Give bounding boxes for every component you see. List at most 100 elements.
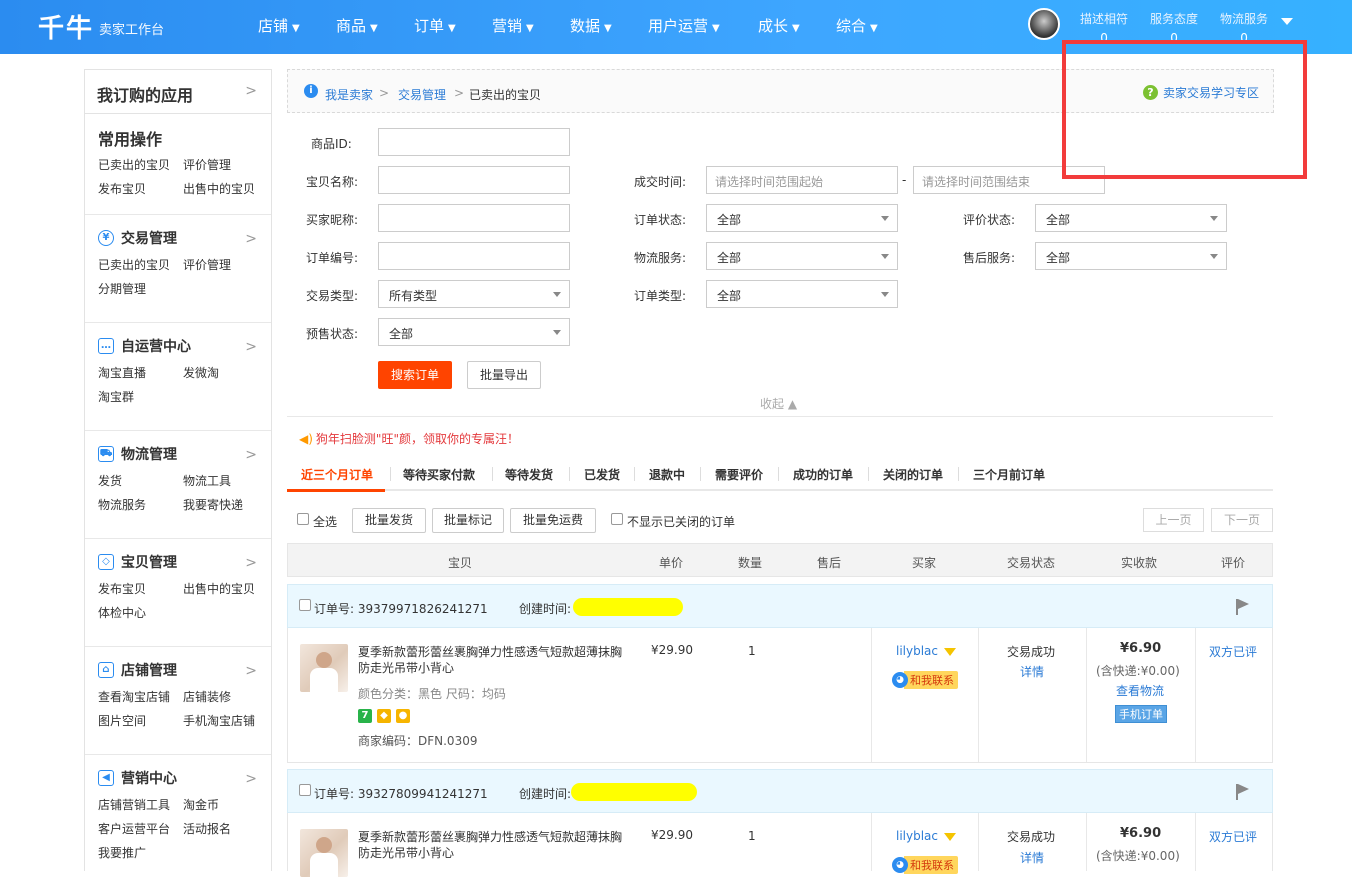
order-no-input[interactable]	[378, 242, 570, 270]
sidebar-link[interactable]: 店铺装修	[183, 688, 268, 705]
sidebar-link[interactable]: 物流服务	[98, 496, 183, 513]
trade-type-select[interactable]: 所有类型	[378, 280, 570, 308]
sidebar-link[interactable]: 淘宝群	[98, 388, 183, 405]
nav-user-ops[interactable]: 用户运营 ▼	[648, 15, 720, 36]
batch-export-button[interactable]: 批量导出	[467, 361, 541, 389]
sidebar-link[interactable]: 分期管理	[98, 280, 183, 297]
review-status-link[interactable]: 双方已评	[1209, 828, 1257, 845]
sidebar-link[interactable]: 评价管理	[183, 156, 268, 173]
batch-ship-button[interactable]: 批量发货	[352, 508, 426, 533]
order-status-select[interactable]: 全部	[706, 204, 898, 232]
nav-growth[interactable]: 成长 ▼	[758, 15, 800, 36]
review-status-select[interactable]: 全部	[1035, 204, 1227, 232]
buyer-name[interactable]: lilyblac	[896, 829, 957, 843]
sidebar-link[interactable]: 查看淘宝店铺	[98, 688, 183, 705]
item-name-input[interactable]	[378, 166, 570, 194]
presale-select[interactable]: 全部	[378, 318, 570, 346]
batch-free-shipping-button[interactable]: 批量免运费	[510, 508, 596, 533]
product-title[interactable]: 夏季新款蕾形蕾丝裹胸弹力性感透气短款超薄抹胸防走光吊带小背心	[358, 644, 628, 676]
hide-closed-checkbox[interactable]	[611, 513, 623, 525]
sidebar-link[interactable]: 发微淘	[183, 364, 268, 381]
sidebar-link[interactable]: 活动报名	[183, 820, 268, 837]
flag-icon[interactable]	[1236, 784, 1249, 800]
tab-awaiting-shipment[interactable]: 等待发货	[505, 466, 553, 483]
tab-older-than-3-months[interactable]: 三个月前订单	[973, 466, 1045, 483]
chevron-right-icon[interactable]: >	[245, 771, 257, 787]
nav-marketing[interactable]: 营销 ▼	[492, 15, 534, 36]
sidebar-link[interactable]: 出售中的宝贝	[183, 180, 268, 197]
sidebar-link[interactable]: 物流工具	[183, 472, 268, 489]
sidebar-link[interactable]: 发布宝贝	[98, 180, 183, 197]
nav-store[interactable]: 店铺 ▼	[258, 15, 300, 36]
order-type-select[interactable]: 全部	[706, 280, 898, 308]
sidebar-link[interactable]: 客户运营平台	[98, 820, 183, 837]
sidebar-link[interactable]: 淘宝直播	[98, 364, 183, 381]
logistics-select[interactable]: 全部	[706, 242, 898, 270]
order-checkbox[interactable]	[299, 784, 311, 796]
sidebar-title[interactable]: 我订购的应用 >	[85, 70, 271, 114]
order-detail-link[interactable]: 详情	[1020, 663, 1044, 680]
promo-banner[interactable]: ◀) 狗年扫脸测"旺"颜，领取你的专属汪！	[299, 430, 519, 447]
product-thumbnail[interactable]	[300, 829, 348, 877]
tab-closed[interactable]: 关闭的订单	[883, 466, 943, 483]
hide-closed-label[interactable]: 不显示已关闭的订单	[627, 513, 735, 530]
user-menu-caret-icon[interactable]	[1281, 18, 1293, 25]
nav-label: 营销	[492, 17, 523, 35]
review-status-link[interactable]: 双方已评	[1209, 643, 1257, 660]
sidebar-link[interactable]: 淘金币	[183, 796, 268, 813]
tab-refunding[interactable]: 退款中	[649, 466, 685, 483]
sidebar-link[interactable]: 已卖出的宝贝	[98, 256, 183, 273]
sidebar-link[interactable]: 评价管理	[183, 256, 268, 273]
sidebar-link[interactable]: 体检中心	[98, 604, 183, 621]
filter-icon[interactable]	[944, 647, 957, 656]
buyer-name[interactable]: lilyblac	[896, 644, 957, 658]
batch-mark-button[interactable]: 批量标记	[432, 508, 504, 533]
app-logo[interactable]: 千牛	[38, 8, 94, 45]
product-thumbnail[interactable]	[300, 644, 348, 692]
sidebar-link[interactable]: 出售中的宝贝	[183, 580, 268, 597]
tab-successful[interactable]: 成功的订单	[793, 466, 853, 483]
chevron-right-icon[interactable]: >	[245, 663, 257, 679]
sidebar-link[interactable]: 已卖出的宝贝	[98, 156, 183, 173]
product-id-input[interactable]	[378, 128, 570, 156]
collapse-toggle[interactable]: 收起 ▲	[760, 395, 797, 412]
nav-products[interactable]: 商品 ▼	[336, 15, 378, 36]
nav-orders[interactable]: 订单 ▼	[414, 15, 456, 36]
tab-recent-3-months[interactable]: 近三个月订单	[301, 466, 373, 483]
select-all-checkbox[interactable]	[297, 513, 309, 525]
tab-awaiting-payment[interactable]: 等待买家付款	[403, 466, 475, 483]
sidebar-link[interactable]: 我要推广	[98, 844, 183, 861]
nav-general[interactable]: 综合 ▼	[836, 15, 878, 36]
nav-data[interactable]: 数据 ▼	[570, 15, 612, 36]
flag-icon[interactable]	[1236, 599, 1249, 615]
product-title[interactable]: 夏季新款蕾形蕾丝裹胸弹力性感透气短款超薄抹胸防走光吊带小背心	[358, 829, 628, 861]
tab-shipped[interactable]: 已发货	[584, 466, 620, 483]
breadcrumb-link[interactable]: 我是卖家	[325, 86, 373, 103]
next-page-button[interactable]: 下一页	[1211, 508, 1273, 532]
contact-me-button[interactable]: ◕ 和我联系	[892, 856, 958, 874]
chevron-right-icon[interactable]: >	[245, 447, 257, 463]
select-all-label[interactable]: 全选	[313, 513, 337, 530]
order-checkbox[interactable]	[299, 599, 311, 611]
chevron-right-icon[interactable]: >	[245, 231, 257, 247]
sidebar-link[interactable]: 手机淘宝店铺	[183, 712, 268, 729]
buyer-nick-input[interactable]	[378, 204, 570, 232]
time-start-input[interactable]: 请选择时间范围起始	[706, 166, 898, 194]
chevron-right-icon[interactable]: >	[245, 555, 257, 571]
avatar[interactable]	[1028, 8, 1060, 40]
sidebar-link[interactable]: 发货	[98, 472, 183, 489]
chevron-right-icon[interactable]: >	[245, 339, 257, 355]
sidebar-link[interactable]: 我要寄快递	[183, 496, 268, 513]
prev-page-button[interactable]: 上一页	[1143, 508, 1204, 532]
after-sale-select[interactable]: 全部	[1035, 242, 1227, 270]
tab-needs-review[interactable]: 需要评价	[715, 466, 763, 483]
view-logistics-link[interactable]: 查看物流	[1116, 682, 1164, 699]
sidebar-link[interactable]: 图片空间	[98, 712, 183, 729]
filter-icon[interactable]	[944, 832, 957, 841]
sidebar-link[interactable]: 发布宝贝	[98, 580, 183, 597]
search-orders-button[interactable]: 搜索订单	[378, 361, 452, 389]
breadcrumb-link[interactable]: 交易管理	[398, 86, 446, 103]
order-detail-link[interactable]: 详情	[1020, 849, 1044, 866]
sidebar-link[interactable]: 店铺营销工具	[98, 796, 183, 813]
contact-me-button[interactable]: ◕ 和我联系	[892, 671, 958, 689]
